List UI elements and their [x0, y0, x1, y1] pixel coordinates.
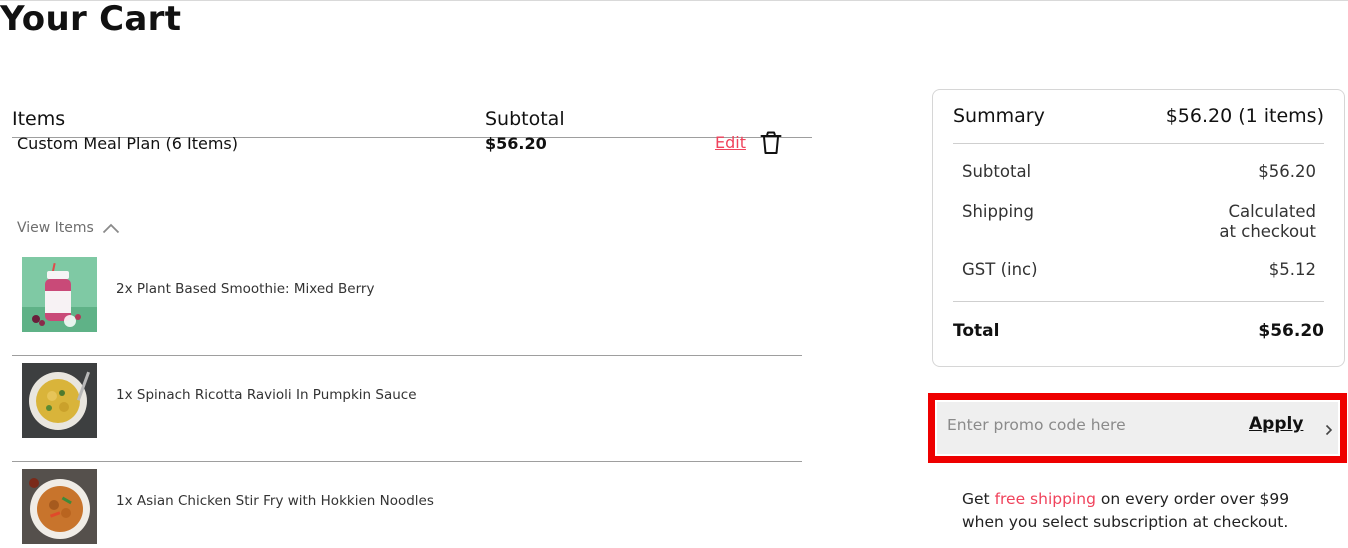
shipping-value-line2: at checkout — [1219, 222, 1316, 241]
shipping-note-line2: when you select subscription at checkout… — [962, 513, 1289, 531]
view-items-label: View Items — [17, 220, 94, 236]
product-name: 1x Spinach Ricotta Ravioli In Pumpkin Sa… — [116, 387, 417, 403]
product-name: 1x Asian Chicken Stir Fry with Hokkien N… — [116, 493, 434, 509]
gst-value: $5.12 — [1268, 260, 1316, 279]
cart-table: Items Subtotal Custom Meal Plan (6 Items… — [12, 100, 812, 544]
shipping-note-suffix: on every order over $99 — [1095, 490, 1290, 508]
total-value: $56.20 — [1258, 321, 1324, 341]
line-item-price: $56.20 — [485, 134, 547, 153]
promo-code-input[interactable] — [947, 412, 1187, 438]
smoothie-image — [22, 257, 97, 332]
summary-header: Summary $56.20 (1 items) — [953, 90, 1324, 144]
product-name: 2x Plant Based Smoothie: Mixed Berry — [116, 281, 375, 297]
line-item-name: Custom Meal Plan (6 Items) — [17, 134, 238, 153]
promo-highlight-box: Apply — [928, 393, 1347, 463]
gst-label: GST (inc) — [962, 260, 1038, 279]
free-shipping-highlight: free shipping — [994, 490, 1096, 508]
list-item: 1x Spinach Ricotta Ravioli In Pumpkin Sa… — [12, 356, 802, 462]
shipping-label: Shipping — [962, 202, 1034, 221]
edit-link[interactable]: Edit — [715, 133, 746, 152]
list-item: 2x Plant Based Smoothie: Mixed Berry — [12, 250, 802, 356]
promo-code-field: Apply — [937, 402, 1338, 454]
cart-header-row: Items Subtotal — [12, 100, 812, 138]
top-divider — [0, 0, 1348, 1]
view-items-toggle[interactable]: View Items — [17, 220, 120, 236]
apply-button[interactable]: Apply — [1249, 414, 1303, 434]
list-item: 1x Asian Chicken Stir Fry with Hokkien N… — [12, 462, 802, 548]
meal-items-list: 2x Plant Based Smoothie: Mixed Berry 1x … — [12, 250, 802, 548]
free-shipping-note: Get free shipping on every order over $9… — [962, 488, 1332, 534]
subtotal-column-header: Subtotal — [485, 108, 565, 130]
order-summary-card: Summary $56.20 (1 items) Subtotal $56.20… — [932, 89, 1345, 367]
summary-header-value: $56.20 (1 items) — [1165, 105, 1324, 127]
subtotal-value: $56.20 — [1258, 162, 1316, 181]
stir-fry-image — [22, 469, 97, 544]
trash-icon[interactable] — [760, 131, 782, 155]
total-label: Total — [953, 321, 1000, 341]
summary-divider — [953, 301, 1324, 302]
chevron-up-icon — [102, 223, 119, 233]
shipping-note-prefix: Get — [962, 490, 995, 508]
page-title: Your Cart — [0, 0, 182, 39]
subtotal-label: Subtotal — [962, 162, 1032, 181]
chevron-right-icon[interactable] — [1325, 424, 1333, 436]
items-column-header: Items — [12, 108, 66, 130]
summary-title: Summary — [953, 105, 1045, 127]
shipping-value-line1: Calculated — [1228, 202, 1316, 221]
ravioli-image — [22, 363, 97, 438]
